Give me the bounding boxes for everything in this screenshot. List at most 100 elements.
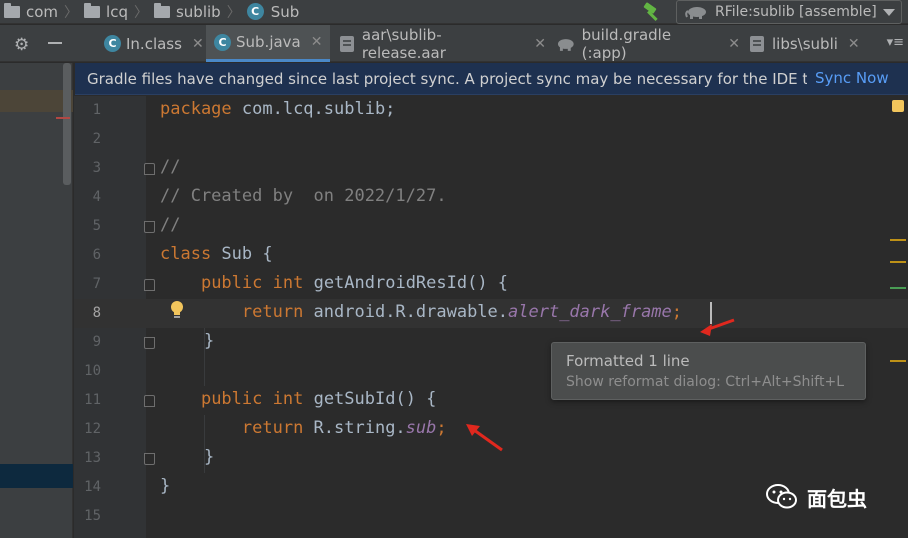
chevron-down-icon <box>883 9 895 16</box>
tab-overflow-menu-icon[interactable]: ▾≡ <box>887 35 904 50</box>
code-text: } <box>204 447 215 467</box>
annotation-arrow-icon <box>700 318 735 336</box>
sidebar-scrollbar[interactable] <box>63 63 71 185</box>
java-class-icon: C <box>104 35 121 52</box>
line-number: 2 <box>92 131 101 147</box>
tab-label: build.gradle (:app) <box>581 25 672 62</box>
line-number: 9 <box>92 334 101 350</box>
code-text: return R.string.sub; <box>241 418 447 438</box>
code-line: 6 class Sub { <box>74 241 908 270</box>
close-icon[interactable]: ✕ <box>728 36 740 52</box>
chevron-right-icon: 〉 <box>64 4 79 21</box>
tab-label: libs\subli <box>772 34 838 53</box>
watermark-text: 面包虫 <box>807 486 867 511</box>
java-class-icon: C <box>214 33 231 51</box>
line-number: 1 <box>92 102 101 118</box>
fold-toggle-icon[interactable] <box>144 395 155 407</box>
folder-icon <box>153 2 170 18</box>
breadcrumb-item-sub[interactable]: C Sub <box>246 0 300 24</box>
code-line: 2 <box>74 125 908 154</box>
fold-toggle-icon[interactable] <box>144 337 155 349</box>
tab-label: In.class <box>126 34 182 53</box>
chevron-right-icon: 〉 <box>226 4 241 21</box>
gradle-sync-banner: Gradle files have changed since last pro… <box>75 63 908 95</box>
line-number: 13 <box>84 450 101 466</box>
change-stripe-mark[interactable] <box>890 287 906 289</box>
line-number: 12 <box>84 421 101 437</box>
tab-sub-java[interactable]: C Sub.java ✕ <box>206 25 330 62</box>
fold-toggle-icon[interactable] <box>144 163 155 175</box>
breadcrumb-label: sublib <box>175 2 221 21</box>
fold-toggle-icon[interactable] <box>144 279 155 291</box>
breadcrumb-label: com <box>26 2 59 21</box>
tab-build-gradle[interactable]: build.gradle (:app) ✕ <box>548 25 740 62</box>
archive-icon <box>340 35 354 52</box>
fold-toggle-icon[interactable] <box>144 221 155 233</box>
code-line: 4 // Created by on 2022/1/27. <box>74 183 908 212</box>
breadcrumb-item-sublib[interactable]: sublib 〉 <box>153 0 247 24</box>
code-editor[interactable]: 1 package com.lcq.sublib; 2 3 // 4 // Cr… <box>74 96 908 538</box>
fold-toggle-icon[interactable] <box>144 453 155 465</box>
breadcrumb-label: lcq <box>106 2 128 21</box>
code-line: 5 // <box>74 212 908 241</box>
close-icon[interactable]: ✕ <box>534 36 546 52</box>
build-hammer-icon[interactable] <box>641 1 663 23</box>
warning-stripe-mark[interactable] <box>890 261 906 263</box>
folder-icon <box>4 2 20 18</box>
line-number: 11 <box>84 392 101 408</box>
code-text: // <box>160 157 181 177</box>
run-configuration-select[interactable]: RFile:sublib [assemble] <box>676 0 902 24</box>
code-text: } <box>160 476 171 496</box>
line-number: 14 <box>84 479 101 495</box>
close-icon[interactable]: ✕ <box>848 36 860 52</box>
close-icon[interactable]: ✕ <box>192 36 204 52</box>
minimize-icon[interactable] <box>48 42 62 44</box>
inspection-status-icon[interactable] <box>892 100 904 112</box>
line-number: 8 <box>92 305 101 321</box>
sync-now-link[interactable]: Sync Now <box>813 69 889 87</box>
error-stripe-mark <box>56 117 70 119</box>
warning-stripe-mark[interactable] <box>890 360 906 362</box>
breadcrumb-label: Sub <box>270 2 300 21</box>
folder-icon <box>84 2 101 18</box>
tooltip-title: Formatted 1 line <box>566 352 690 370</box>
code-text: } <box>204 331 215 351</box>
gear-icon[interactable]: ⚙ <box>14 35 29 55</box>
line-number: 7 <box>92 276 101 292</box>
tab-libs-subli[interactable]: libs\subli ✕ <box>742 25 872 62</box>
line-number: 3 <box>92 160 101 176</box>
tooltip-hint: Show reformat dialog: Ctrl+Alt+Shift+L <box>566 374 844 390</box>
editor-tabs-bar: ⚙ C In.class ✕ C Sub.java ✕ aar\sublib-r… <box>0 25 908 62</box>
warning-stripe-mark[interactable] <box>890 239 906 241</box>
code-text: // <box>160 215 181 235</box>
annotation-arrow-icon <box>466 424 503 452</box>
code-text: public int getAndroidResId() { <box>200 273 509 293</box>
breadcrumb-item-lcq[interactable]: lcq 〉 <box>84 0 154 24</box>
line-number: 5 <box>92 218 101 234</box>
chevron-right-icon: 〉 <box>133 4 148 21</box>
project-tool-window <box>0 63 73 538</box>
line-number: 4 <box>92 189 101 205</box>
code-text: // Created by on 2022/1/27. <box>160 186 447 206</box>
close-icon[interactable]: ✕ <box>311 34 323 50</box>
run-configuration-label: RFile:sublib [assemble] <box>715 4 877 20</box>
code-text: class Sub { <box>160 244 273 264</box>
code-line: 1 package com.lcq.sublib; <box>74 96 908 125</box>
gradle-elephant-icon <box>685 7 706 19</box>
sidebar-selected-row[interactable] <box>0 464 73 488</box>
lightbulb-icon[interactable] <box>169 299 185 321</box>
breadcrumb-item-com[interactable]: com 〉 <box>4 0 84 24</box>
gradle-elephant-icon <box>557 38 574 51</box>
tab-label: Sub.java <box>236 33 301 51</box>
wechat-watermark: 面包虫 <box>765 480 905 514</box>
line-number: 15 <box>84 508 101 524</box>
tab-in-class[interactable]: C In.class ✕ <box>96 25 206 62</box>
breadcrumb: com 〉 lcq 〉 sublib 〉 C Sub RFile:sublib … <box>0 0 908 24</box>
code-text: public int getSubId() { <box>200 389 437 409</box>
wechat-logo-icon <box>766 484 797 509</box>
code-line: 3 // <box>74 154 908 183</box>
tab-aar-file[interactable]: aar\sublib-release.aar ✕ <box>332 25 546 62</box>
banner-message: Gradle files have changed since last pro… <box>87 70 807 88</box>
tab-label: aar\sublib-release.aar <box>361 25 446 62</box>
line-number: 6 <box>92 247 101 263</box>
